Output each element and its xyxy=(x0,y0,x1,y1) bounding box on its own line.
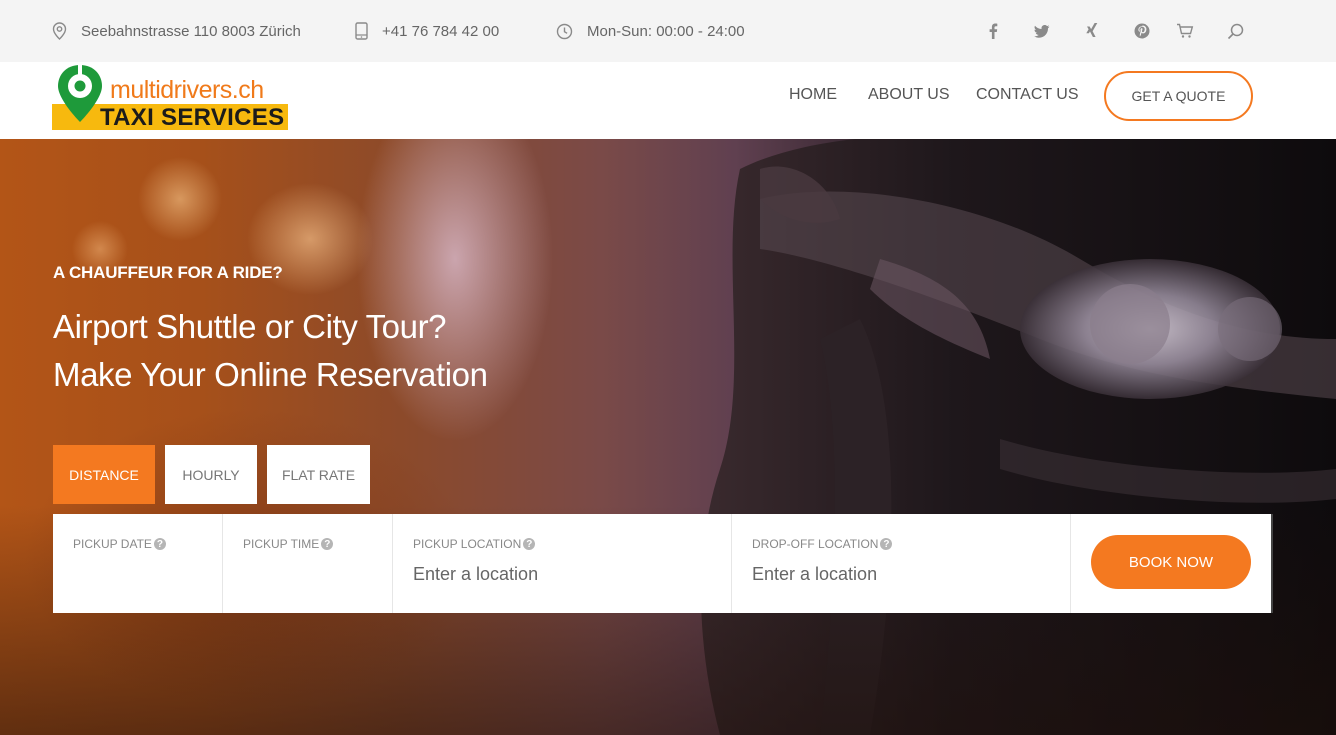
phone-item[interactable]: +41 76 784 42 00 xyxy=(355,0,499,62)
dropoff-location-input[interactable] xyxy=(752,564,1032,585)
dropoff-location-label-text: DROP-OFF LOCATION xyxy=(752,537,879,551)
map-pin-logo-icon xyxy=(56,65,104,130)
hero-section: A CHAUFFEUR FOR A RIDE? Airport Shuttle … xyxy=(0,139,1336,735)
help-icon[interactable]: ? xyxy=(523,538,536,550)
get-a-quote-button[interactable]: GET A QUOTE xyxy=(1104,71,1253,121)
dropoff-location-field: DROP-OFF LOCATION ? xyxy=(732,514,1071,613)
tab-distance[interactable]: DISTANCE xyxy=(53,445,155,504)
pinterest-icon[interactable] xyxy=(1131,20,1153,42)
nav-home[interactable]: HOME xyxy=(789,86,837,104)
book-now-button[interactable]: BOOK NOW xyxy=(1091,535,1251,589)
tab-hourly[interactable]: HOURLY xyxy=(165,445,257,504)
headline-line-1: Airport Shuttle or City Tour? xyxy=(53,308,447,345)
hours-text: Mon-Sun: 00:00 - 24:00 xyxy=(587,22,745,40)
pickup-time-field[interactable]: PICKUP TIME ? xyxy=(223,514,393,613)
headline-line-2: Make Your Online Reservation xyxy=(53,356,488,393)
address-item: Seebahnstrasse 110 8003 Zürich xyxy=(52,0,301,62)
nav-about-us[interactable]: ABOUT US xyxy=(868,86,950,104)
logo-tagline: TAXI SERVICES xyxy=(100,104,285,131)
main-header: multidrivers.ch TAXI SERVICES HOME ABOUT… xyxy=(0,62,1336,139)
help-icon[interactable]: ? xyxy=(880,538,893,550)
cart-icon[interactable] xyxy=(1174,20,1196,42)
hero-eyebrow: A CHAUFFEUR FOR A RIDE? xyxy=(53,263,283,282)
phone-text: +41 76 784 42 00 xyxy=(382,22,500,40)
pickup-location-field: PICKUP LOCATION ? xyxy=(393,514,732,613)
search-icon[interactable] xyxy=(1224,20,1246,42)
pickup-location-label-text: PICKUP LOCATION xyxy=(413,537,522,551)
booking-form: PICKUP DATE ? PICKUP TIME ? PICKUP LOCAT… xyxy=(53,514,1273,613)
pickup-date-label: PICKUP DATE ? xyxy=(73,537,166,551)
top-info-bar: Seebahnstrasse 110 8003 Zürich +41 76 78… xyxy=(0,0,1336,62)
pickup-date-field[interactable]: PICKUP DATE ? xyxy=(53,514,223,613)
location-pin-icon xyxy=(52,22,67,40)
help-icon[interactable]: ? xyxy=(153,538,166,550)
hours-item: Mon-Sun: 00:00 - 24:00 xyxy=(556,0,745,62)
address-text: Seebahnstrasse 110 8003 Zürich xyxy=(81,22,301,40)
pickup-time-label: PICKUP TIME ? xyxy=(243,537,334,551)
twitter-icon[interactable] xyxy=(1031,20,1053,42)
hero-headline: Airport Shuttle or City Tour? Make Your … xyxy=(53,303,488,399)
pickup-location-label: PICKUP LOCATION ? xyxy=(413,537,536,551)
dropoff-location-label: DROP-OFF LOCATION ? xyxy=(752,537,893,551)
pickup-location-input[interactable] xyxy=(413,564,693,585)
pickup-date-label-text: PICKUP DATE xyxy=(73,537,152,551)
phone-icon xyxy=(355,22,368,40)
tab-flat-rate[interactable]: FLAT RATE xyxy=(267,445,370,504)
pickup-time-label-text: PICKUP TIME xyxy=(243,537,320,551)
logo-domain: multidrivers.ch xyxy=(110,76,264,104)
facebook-icon[interactable] xyxy=(982,20,1004,42)
xing-icon[interactable] xyxy=(1081,20,1103,42)
help-icon[interactable]: ? xyxy=(321,538,334,550)
site-logo[interactable]: multidrivers.ch TAXI SERVICES xyxy=(52,64,292,132)
clock-icon xyxy=(556,23,573,39)
nav-contact-us[interactable]: CONTACT US xyxy=(976,86,1079,104)
